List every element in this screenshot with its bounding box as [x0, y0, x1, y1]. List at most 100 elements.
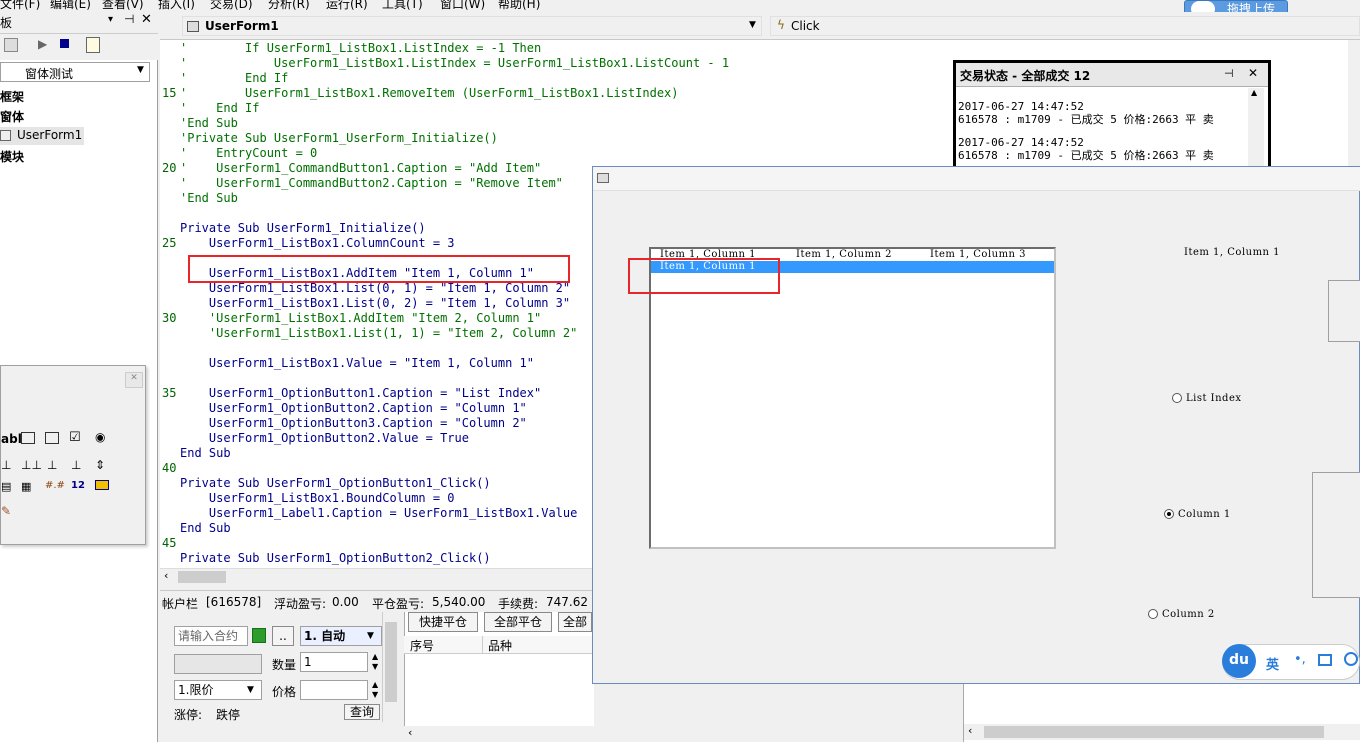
option-list-index-radio[interactable] [1172, 393, 1182, 403]
userform-titlebar[interactable] [593, 167, 1360, 191]
code-line: ' UserForm1_ListBox1.ListIndex = UserFor… [180, 56, 730, 70]
price-input[interactable] [300, 680, 368, 700]
right-horizontal-scrollbar[interactable]: ‹ [964, 724, 1360, 740]
menu-edit[interactable]: 编辑(E) [50, 0, 91, 10]
menu-insert[interactable]: 插入(I) [158, 0, 195, 10]
menu-window[interactable]: 窗口(W) [440, 0, 485, 10]
pencil-tool-icon[interactable]: ✎ [1, 504, 11, 518]
contract-input[interactable]: 请输入合约 [174, 626, 248, 646]
menu-file[interactable]: 文件(F) [0, 0, 40, 10]
object-combo[interactable]: UserForm1 ▼ [182, 16, 762, 36]
scroll-thumb[interactable] [984, 726, 1324, 738]
pin-icon[interactable]: ⊣ [124, 12, 134, 26]
trade-entry-time: 2017-06-27 14:47:52 [958, 100, 1084, 113]
form-icon [187, 21, 199, 32]
menu-analyze[interactable]: 分析(R) [268, 0, 310, 10]
scroll-left-icon[interactable]: ‹ [408, 726, 412, 739]
listbox-tool-icon[interactable] [45, 432, 59, 444]
menu-tools[interactable]: 工具(T) [382, 0, 423, 10]
trade-status-scrollbar[interactable]: ▲ [1248, 88, 1264, 166]
lightning-icon: ϟ [777, 18, 785, 32]
grid-horizontal-scrollbar[interactable]: ‹ [404, 726, 594, 742]
price-type-value: 1.限价 [178, 683, 214, 697]
close-icon[interactable]: ✕ [125, 372, 143, 388]
ime-lang[interactable]: 英 [1266, 654, 1279, 673]
fee-label: 手续费: [498, 597, 539, 611]
punctuation-icon[interactable]: •, [1294, 652, 1306, 667]
code-vertical-scrollbar[interactable] [1348, 40, 1360, 166]
pin-icon[interactable]: ⊣ [1224, 67, 1234, 80]
option-column2-label: Column 2 [1162, 609, 1215, 620]
mode-select[interactable]: 1. 自动 ▼ [300, 626, 382, 646]
toggle-tool-icon[interactable]: ⊥ [1, 458, 11, 472]
view-form-icon[interactable] [4, 38, 18, 52]
scroll-thumb[interactable] [385, 622, 397, 702]
command-button[interactable] [1312, 472, 1360, 598]
close-icon[interactable]: ✕ [141, 12, 152, 27]
tabstrip-tool-icon[interactable]: ⊥ [47, 458, 57, 472]
all-button[interactable]: 全部 [558, 612, 592, 632]
checkbox-tool-icon[interactable]: ☑ [69, 430, 81, 445]
code-line: 'UserForm1_ListBox1.AddItem "Item 2, Col… [180, 311, 542, 325]
float-pl-label: 浮动盈亏: [274, 597, 327, 611]
dropdown-icon[interactable]: ▾ [108, 14, 113, 25]
menu-help[interactable]: 帮助(H) [498, 0, 540, 10]
stop-icon[interactable] [60, 39, 69, 48]
quick-close-button[interactable]: 快捷平仓 [408, 612, 478, 632]
option-column1-radio[interactable] [1164, 509, 1174, 519]
properties-icon[interactable] [86, 37, 100, 53]
spinbutton-tool-icon[interactable]: ⇕ [95, 458, 105, 472]
keyboard-icon[interactable] [1318, 654, 1332, 666]
close-pl-value: 5,540.00 [432, 595, 486, 609]
menu-view[interactable]: 查看(V) [102, 0, 144, 10]
image-tool-icon[interactable]: ▤ [1, 480, 11, 493]
query-button[interactable]: 查询 [344, 704, 380, 720]
code-line: ' EntryCount = 0 [180, 146, 318, 160]
qty-input[interactable]: 1 [300, 652, 368, 672]
contract-picker-button[interactable]: .. [272, 626, 294, 646]
frame-tool-icon[interactable] [21, 432, 35, 444]
mode-value: 1. 自动 [304, 629, 346, 643]
grid-tool-icon[interactable]: ▦ [21, 480, 31, 493]
code-line: UserForm1_ListBox1.Value = "Item 1, Colu… [180, 356, 535, 370]
spinner-icon[interactable]: ▲ ▼ [372, 680, 378, 700]
scroll-tool-icon[interactable] [95, 480, 109, 490]
scroll-thumb[interactable] [178, 571, 226, 583]
tree-item-forms[interactable]: 窗体 [0, 108, 24, 125]
spinner-icon[interactable]: ▲ ▼ [372, 652, 378, 672]
code-line: UserForm1_OptionButton2.Value = True [180, 431, 469, 445]
lock-icon[interactable] [252, 628, 266, 643]
price-type-select[interactable]: 1.限价 ▼ [174, 680, 262, 700]
hash-tool-icon[interactable]: #.# [45, 480, 65, 491]
close-all-button[interactable]: 全部平仓 [484, 612, 552, 632]
procedure-combo[interactable]: ϟ Click [770, 16, 1360, 36]
ime-logo-icon[interactable]: du [1222, 644, 1256, 678]
scroll-left-icon[interactable]: ‹ [164, 569, 168, 582]
account-bar: 帐户栏 [616578] 浮动盈亏: 0.00 平仓盈亏: 5,540.00 手… [160, 590, 592, 612]
commandbutton-tool-icon[interactable]: ⊥⊥ [21, 458, 42, 472]
tree-item-userform1[interactable]: UserForm1 [0, 127, 84, 145]
number-tool-icon[interactable]: 12 [71, 480, 85, 491]
scroll-left-icon[interactable]: ‹ [968, 724, 972, 737]
grid-col-symbol: 品种 [488, 639, 513, 653]
order-panel-scrollbar[interactable] [382, 612, 398, 722]
run-icon[interactable]: ▶ [38, 37, 47, 51]
code-line: Private Sub UserForm1_OptionButton1_Clic… [180, 476, 491, 490]
menu-run[interactable]: 运行(R) [326, 0, 368, 10]
user-icon[interactable] [1344, 652, 1358, 666]
option-column2-radio[interactable] [1148, 609, 1158, 619]
tree-item-frame[interactable]: 框架 [0, 88, 24, 105]
multipage-tool-icon[interactable]: ⊥ [71, 458, 81, 472]
command-button[interactable] [1328, 280, 1360, 342]
code-horizontal-scrollbar[interactable]: ‹ [160, 568, 592, 584]
project-combo[interactable]: 窗体测试 ▼ [0, 62, 150, 82]
line-number: 25 [162, 236, 177, 250]
code-line: ' UserForm1_ListBox1.RemoveItem (UserFor… [180, 86, 679, 100]
scroll-up-icon[interactable]: ▲ [1251, 88, 1257, 97]
menu-trade[interactable]: 交易(D) [210, 0, 253, 10]
close-icon[interactable]: ✕ [1248, 66, 1258, 80]
label-tool-icon[interactable]: abl [1, 432, 22, 446]
radio-tool-icon[interactable]: ◉ [95, 430, 105, 444]
trade-entry-detail: 616578 : m1709 - 已成交 5 价格:2663 平 卖 [958, 113, 1214, 126]
tree-item-modules[interactable]: 模块 [0, 148, 24, 165]
